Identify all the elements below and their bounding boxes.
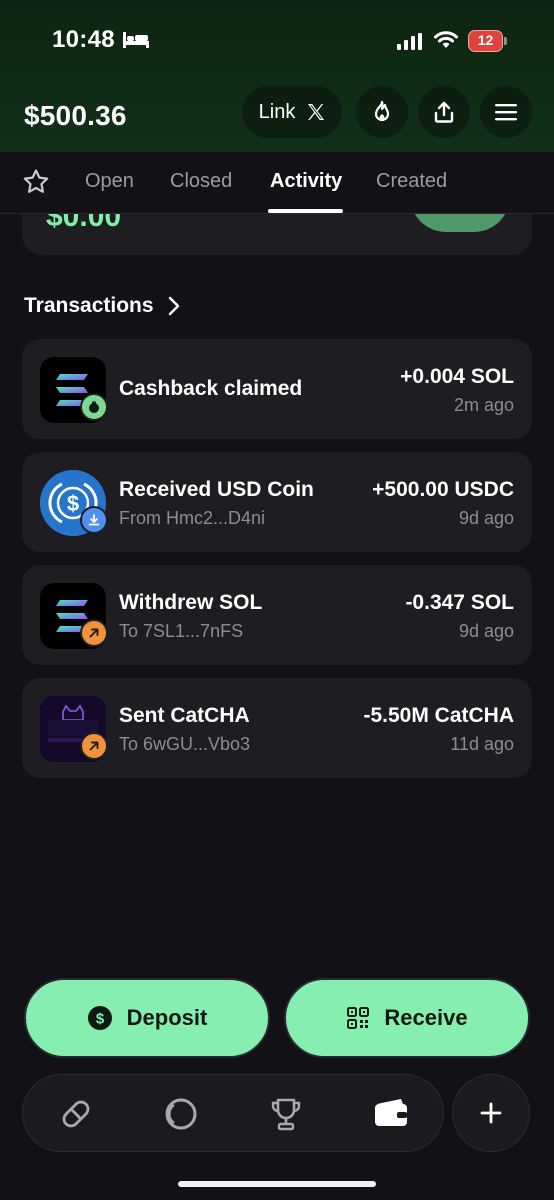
transaction-title: Sent CatCHA: [119, 704, 250, 727]
battery-tip: [504, 37, 507, 45]
plus-icon: [480, 1102, 502, 1124]
tab-open[interactable]: Open: [85, 170, 134, 193]
deposit-button[interactable]: $ Deposit: [24, 978, 270, 1058]
status-time: 10:48: [52, 26, 115, 53]
transaction-time: 9d ago: [458, 621, 514, 641]
transaction-title: Cashback claimed: [119, 377, 303, 400]
link-x-button[interactable]: Link: [242, 86, 342, 138]
arrow-up-right-icon: [80, 732, 108, 760]
link-label: Link: [258, 100, 296, 123]
app-screen: 10:48 12 $500.36 Link $0.00 Open Closed …: [0, 0, 554, 1200]
tab-closed[interactable]: Closed: [170, 170, 232, 193]
transaction-row[interactable]: $ Received USD Coin From Hmc2...D4ni +50…: [22, 452, 532, 552]
transaction-amount: -0.347 SOL: [405, 591, 514, 614]
svg-text:$: $: [95, 1011, 104, 1028]
receive-button[interactable]: Receive: [284, 978, 530, 1058]
tab-created[interactable]: Created: [376, 170, 447, 193]
ring-icon[interactable]: [163, 1096, 199, 1132]
transaction-title: Withdrew SOL: [119, 591, 263, 614]
deposit-label: Deposit: [126, 1005, 208, 1030]
transaction-time: 2m ago: [453, 395, 514, 415]
transactions-header[interactable]: Transactions: [24, 294, 180, 318]
wifi-icon: [434, 31, 458, 48]
pill-icon[interactable]: [58, 1096, 94, 1132]
share-icon: [434, 101, 454, 123]
svg-text:$: $: [67, 491, 79, 516]
transaction-subtitle: To 7SL1...7nFS: [119, 621, 244, 641]
cashback-icon: [80, 393, 108, 421]
fire-icon: [374, 100, 390, 122]
status-bar: 10:48 12: [0, 0, 554, 84]
share-button[interactable]: [418, 86, 470, 138]
transaction-time: 9d ago: [458, 508, 514, 528]
transaction-amount: -5.50M CatCHA: [363, 704, 514, 727]
qr-code-icon: [347, 1007, 370, 1029]
transaction-amount: +500.00 USDC: [372, 478, 514, 501]
transaction-subtitle: From Hmc2...D4ni: [119, 508, 266, 528]
x-logo-icon: [308, 104, 325, 120]
chevron-right-icon: [168, 296, 179, 316]
battery-level: 12: [468, 30, 503, 52]
transactions-title: Transactions: [24, 294, 154, 317]
transaction-row[interactable]: Cashback claimed +0.004 SOL 2m ago: [22, 339, 532, 439]
transaction-subtitle: To 6wGU...Vbo3: [119, 734, 251, 754]
active-tab-indicator: [268, 209, 343, 213]
transaction-title: Received USD Coin: [119, 478, 314, 501]
star-icon[interactable]: [22, 168, 50, 196]
menu-icon: [495, 104, 517, 121]
transaction-time: 11d ago: [450, 734, 514, 754]
cellular-signal-icon: [397, 33, 422, 50]
transaction-row[interactable]: Sent CatCHA To 6wGU...Vbo3 -5.50M CatCHA…: [22, 678, 532, 778]
dollar-coin-icon: $: [87, 1006, 112, 1030]
download-icon: [80, 506, 108, 534]
arrow-up-right-icon: [80, 619, 108, 647]
tab-activity[interactable]: Activity: [270, 170, 342, 193]
home-indicator: [178, 1181, 376, 1187]
wallet-balance: $500.36: [24, 100, 127, 131]
tab-bar: Open Closed Activity Created: [0, 152, 554, 214]
wallet-icon[interactable]: [373, 1096, 409, 1132]
receive-label: Receive: [384, 1005, 468, 1030]
trending-button[interactable]: [356, 86, 408, 138]
battery-indicator: 12: [468, 30, 508, 52]
add-button[interactable]: [452, 1074, 530, 1152]
bottom-nav: [22, 1074, 444, 1152]
trophy-icon[interactable]: [268, 1096, 304, 1132]
transaction-amount: +0.004 SOL: [400, 365, 514, 388]
menu-button[interactable]: [480, 86, 532, 138]
sleep-mode-icon: [123, 32, 149, 48]
transaction-row[interactable]: Withdrew SOL To 7SL1...7nFS -0.347 SOL 9…: [22, 565, 532, 665]
